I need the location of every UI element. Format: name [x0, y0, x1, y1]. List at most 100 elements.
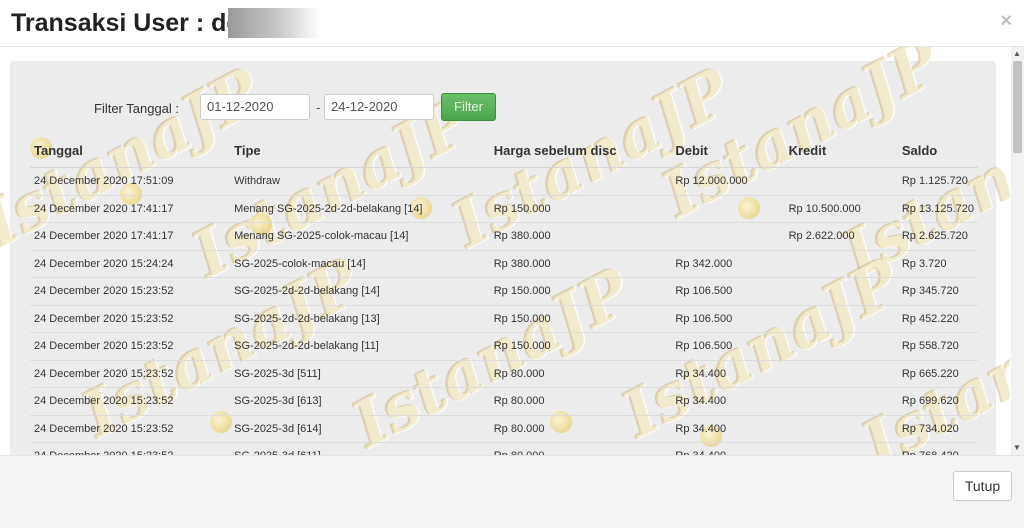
- scrollbar-thumb[interactable]: [1013, 61, 1022, 153]
- table-header-row: Tanggal Tipe Harga sebelum disc Debit Kr…: [30, 133, 978, 168]
- cell-debit: Rp 106.500: [671, 277, 785, 305]
- date-to-input[interactable]: 24-12-2020: [324, 94, 434, 120]
- cell-tipe: SG-2025-3d [613]: [230, 387, 490, 415]
- cell-tipe: Withdraw: [230, 167, 490, 195]
- column-header-kredit: Kredit: [784, 133, 898, 168]
- modal-title: Transaksi User : dec: [11, 9, 255, 37]
- cell-debit: Rp 34.400: [671, 359, 785, 388]
- table-row: 24 December 2020 15:23:52 SG-2025-3d [613…: [30, 387, 978, 415]
- cell-tipe: SG-2025-2d-2d-belakang [13]: [230, 304, 490, 333]
- cell-kredit: Rp 10.500.000: [784, 194, 898, 223]
- column-header-debit: Debit: [671, 133, 785, 168]
- scrollbar[interactable]: ▲ ▼: [1011, 47, 1024, 455]
- cell-tanggal: 24 December 2020 15:23:52: [30, 304, 231, 333]
- cell-saldo: Rp 345.720: [897, 277, 978, 305]
- cell-debit: [671, 194, 785, 223]
- cell-harga: Rp 80.000: [489, 442, 672, 455]
- cell-kredit: [784, 387, 898, 415]
- cell-harga: Rp 150.000: [489, 304, 672, 333]
- table-row: 24 December 2020 15:24:24 SG-2025-colok-m…: [30, 249, 978, 278]
- cell-harga: Rp 80.000: [489, 359, 672, 388]
- cell-debit: Rp 34.400: [671, 442, 785, 455]
- cell-kredit: [784, 304, 898, 333]
- cell-debit: Rp 106.500: [671, 304, 785, 333]
- cell-saldo: Rp 768.420: [897, 442, 978, 455]
- cell-debit: Rp 34.400: [671, 414, 785, 443]
- table-row: 24 December 2020 15:23:52SG-2025-3d [611…: [30, 442, 978, 455]
- cell-tipe: SG-2025-3d [614]: [230, 414, 490, 443]
- cell-saldo: Rp 452.220: [897, 304, 978, 333]
- column-header-tanggal: Tanggal: [30, 133, 231, 168]
- cell-harga: Rp 380.000: [489, 249, 672, 278]
- cell-harga: Rp 150.000: [489, 194, 672, 223]
- cell-saldo: Rp 13.125.720: [897, 194, 978, 223]
- cell-debit: Rp 106.500: [671, 332, 785, 360]
- cell-tipe: SG-2025-3d [511]: [230, 359, 490, 388]
- cell-tanggal: 24 December 2020 17:51:09: [30, 167, 231, 195]
- cell-saldo: Rp 699.620: [897, 387, 978, 415]
- cell-harga: Rp 380.000: [489, 222, 672, 250]
- cell-tipe: SG-2025-2d-2d-belakang [14]: [230, 277, 490, 305]
- cell-tanggal: 24 December 2020 15:23:52: [30, 387, 231, 415]
- cell-tanggal: 24 December 2020 15:23:52: [30, 414, 231, 443]
- cell-tanggal: 24 December 2020 15:24:24: [30, 249, 231, 278]
- close-button[interactable]: Tutup: [953, 471, 1012, 501]
- cell-kredit: [784, 332, 898, 360]
- table-row: 24 December 2020 15:23:52 SG-2025-2d-2d-b…: [30, 332, 978, 360]
- cell-harga: Rp 80.000: [489, 387, 672, 415]
- cell-tanggal: 24 December 2020 17:41:17: [30, 222, 231, 250]
- cell-harga: [489, 167, 672, 195]
- cell-debit: Rp 342.000: [671, 249, 785, 278]
- date-from-input[interactable]: 01-12-2020: [200, 94, 310, 120]
- filter-date-label: Filter Tanggal :: [94, 101, 180, 116]
- date-range-separator: -: [316, 100, 321, 115]
- cell-tanggal: 24 December 2020 15:23:52: [30, 442, 231, 455]
- cell-tipe: SG-2025-3d [611]: [230, 442, 490, 455]
- column-header-harga: Harga sebelum disc: [489, 133, 672, 168]
- table-row: 24 December 2020 17:41:17 Menang SG-2025-…: [30, 222, 978, 250]
- cell-saldo: Rp 665.220: [897, 359, 978, 388]
- cell-debit: Rp 34.400: [671, 387, 785, 415]
- table-row: 24 December 2020 15:23:52 SG-2025-2d-2d-b…: [30, 277, 978, 305]
- cell-kredit: [784, 277, 898, 305]
- cell-tanggal: 24 December 2020 15:23:52: [30, 332, 231, 360]
- cell-kredit: [784, 414, 898, 443]
- cell-saldo: Rp 1.125.720: [897, 167, 978, 195]
- scroll-down-arrow-icon[interactable]: ▼: [1013, 443, 1021, 453]
- cell-harga: Rp 150.000: [489, 277, 672, 305]
- cell-tanggal: 24 December 2020 15:23:52: [30, 359, 231, 388]
- table-row: 24 December 2020 15:23:52 SG-2025-2d-2d-b…: [30, 304, 978, 333]
- cell-tanggal: 24 December 2020 15:23:52: [30, 277, 231, 305]
- table-row: 24 December 2020 17:41:17 Menang SG-2025-…: [30, 194, 978, 223]
- cell-kredit: [784, 442, 898, 455]
- cell-debit: Rp 12.000.000: [671, 167, 785, 195]
- cell-saldo: Rp 734.020: [897, 414, 978, 443]
- cell-tipe: Menang SG-2025-2d-2d-belakang [14]: [230, 194, 490, 223]
- cell-tipe: SG-2025-colok-macau [14]: [230, 249, 490, 278]
- cell-kredit: Rp 2.622.000: [784, 222, 898, 250]
- cell-harga: Rp 150.000: [489, 332, 672, 360]
- table-row: 24 December 2020 15:23:52 SG-2025-3d [614…: [30, 414, 978, 443]
- table-row: 24 December 2020 15:23:52 SG-2025-3d [511…: [30, 359, 978, 388]
- transaction-panel: IstanaJP IstanaJP IstanaJP IstanaJP Ista…: [0, 47, 1010, 455]
- cell-harga: Rp 80.000: [489, 414, 672, 443]
- filter-button[interactable]: Filter: [441, 93, 496, 121]
- cell-tanggal: 24 December 2020 17:41:17: [30, 194, 231, 223]
- cell-saldo: Rp 3.720: [897, 249, 978, 278]
- cell-saldo: Rp 558.720: [897, 332, 978, 360]
- close-icon[interactable]: ×: [1000, 10, 1012, 33]
- cell-tipe: SG-2025-2d-2d-belakang [11]: [230, 332, 490, 360]
- cell-tipe: Menang SG-2025-colok-macau [14]: [230, 222, 490, 250]
- cell-kredit: [784, 167, 898, 195]
- transaction-table: Tanggal Tipe Harga sebelum disc Debit Kr…: [30, 133, 978, 455]
- scroll-up-arrow-icon[interactable]: ▲: [1013, 49, 1021, 59]
- cell-kredit: [784, 359, 898, 388]
- table-row: 24 December 2020 17:51:09 Withdraw Rp 12.0…: [30, 167, 978, 195]
- column-header-saldo: Saldo: [897, 133, 978, 168]
- modal-header: Transaksi User : dec ×: [0, 0, 1024, 47]
- cell-saldo: Rp 2.625.720: [897, 222, 978, 250]
- cell-kredit: [784, 249, 898, 278]
- modal-footer: Tutup: [0, 455, 1024, 528]
- redacted-username: [228, 8, 320, 38]
- column-header-tipe: Tipe: [230, 133, 490, 168]
